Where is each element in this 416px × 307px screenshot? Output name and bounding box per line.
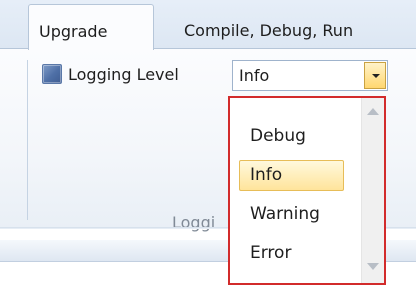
- ribbon-left-separator: [27, 60, 28, 220]
- logging-level-value: Info: [239, 66, 270, 85]
- ribbon-group-caption: Loggi: [172, 213, 216, 232]
- tab-compile-debug-run-label: Compile, Debug, Run: [184, 21, 354, 40]
- dropdown-option-info[interactable]: Info: [239, 160, 344, 191]
- dropdown-option-label: Error: [250, 243, 292, 263]
- logging-level-checkbox[interactable]: [42, 64, 62, 84]
- logging-level-dropdown-list: Debug Info Warning Error: [228, 96, 386, 285]
- dropdown-option-warning[interactable]: Warning: [239, 199, 344, 230]
- dropdown-option-error[interactable]: Error: [239, 238, 344, 269]
- dropdown-option-debug[interactable]: Debug: [239, 121, 344, 152]
- logging-level-combobox[interactable]: Info: [232, 60, 388, 91]
- tab-upgrade-label: Upgrade: [39, 22, 108, 41]
- tab-upgrade[interactable]: Upgrade: [28, 4, 154, 50]
- dropdown-option-label: Warning: [250, 204, 320, 224]
- scroll-down-icon[interactable]: [367, 263, 379, 270]
- dropdown-option-label: Debug: [250, 126, 306, 146]
- tab-compile-debug-run[interactable]: Compile, Debug, Run: [160, 4, 353, 48]
- dropdown-scrollbar[interactable]: [361, 98, 384, 283]
- logging-level-label: Logging Level: [68, 65, 179, 84]
- scroll-up-icon[interactable]: [367, 108, 379, 115]
- dropdown-option-label: Info: [250, 165, 283, 185]
- chevron-down-icon[interactable]: [364, 62, 386, 89]
